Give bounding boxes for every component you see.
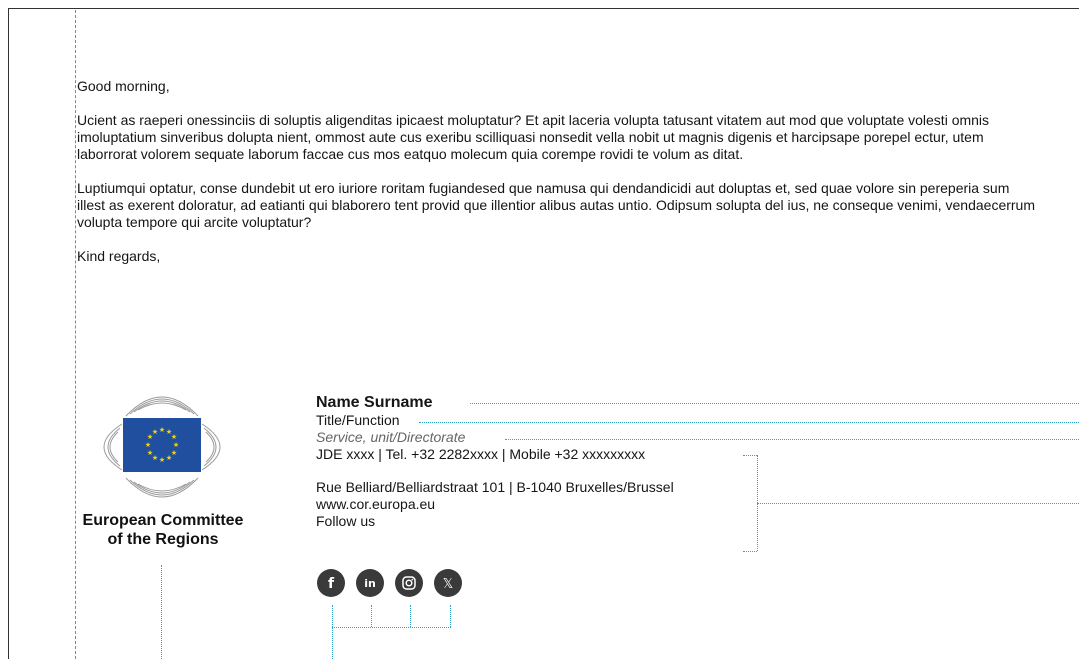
- margin-guide-line: [75, 10, 76, 659]
- contact-bracket-bottom: [743, 551, 757, 552]
- svg-text:f: f: [328, 576, 335, 590]
- greeting: Good morning,: [77, 78, 170, 94]
- title-guide-line: [419, 422, 1079, 423]
- signature-follow-label: Follow us: [316, 513, 376, 529]
- signature-service: Service, unit/Directorate: [316, 429, 466, 445]
- name-guide-line: [470, 403, 1079, 404]
- social-icons: f in 𝕏: [317, 569, 462, 597]
- social-guide-tick-3: [450, 605, 451, 627]
- svg-text:𝕏: 𝕏: [443, 577, 453, 590]
- service-guide-line: [505, 439, 1079, 440]
- social-guide-tick-1: [371, 605, 372, 627]
- signature-address: Rue Belliard/Belliardstraat 101 | B-1040…: [316, 479, 674, 495]
- closing: Kind regards,: [77, 248, 161, 264]
- svg-text:in: in: [364, 577, 376, 590]
- social-guide-main: [332, 605, 333, 659]
- signature-website[interactable]: www.cor.europa.eu: [316, 496, 674, 513]
- svg-text:★: ★: [171, 433, 177, 441]
- org-name-line-2: of the Regions: [107, 531, 219, 548]
- signature-title: Title/Function: [316, 412, 400, 428]
- facebook-icon[interactable]: f: [317, 569, 345, 597]
- signature-block: Name Surname Title/Function Service, uni…: [316, 394, 674, 530]
- svg-text:★: ★: [147, 449, 153, 457]
- social-guide-bar: [332, 627, 451, 628]
- logo-guide-line: [161, 565, 162, 659]
- svg-text:★: ★: [152, 428, 158, 436]
- svg-text:★: ★: [145, 441, 151, 449]
- contact-bracket-top: [743, 455, 757, 456]
- eu-emblem-icon: ★ ★ ★ ★ ★ ★ ★ ★ ★ ★ ★ ★: [103, 396, 221, 498]
- org-name-line-1: European Committee: [82, 512, 244, 529]
- signature-contact: JDE xxxx | Tel. +32 2282xxxx | Mobile +3…: [316, 446, 646, 462]
- organization-name: European Committee of the Regions: [76, 511, 250, 549]
- paragraph-2: Luptiumqui optatur, conse dundebit ut er…: [77, 180, 1036, 230]
- linkedin-icon[interactable]: in: [356, 569, 384, 597]
- x-icon[interactable]: 𝕏: [434, 569, 462, 597]
- svg-text:★: ★: [159, 456, 165, 464]
- svg-text:★: ★: [166, 454, 172, 462]
- contact-guide-line: [757, 503, 1079, 504]
- instagram-icon[interactable]: [395, 569, 423, 597]
- social-guide-tick-2: [410, 605, 411, 627]
- paragraph-1: Ucient as raeperi onessinciis di solupti…: [77, 112, 990, 162]
- svg-text:★: ★: [173, 441, 179, 449]
- email-body: Good morning, Ucient as raeperi onessinc…: [77, 78, 1037, 282]
- svg-text:★: ★: [159, 426, 165, 434]
